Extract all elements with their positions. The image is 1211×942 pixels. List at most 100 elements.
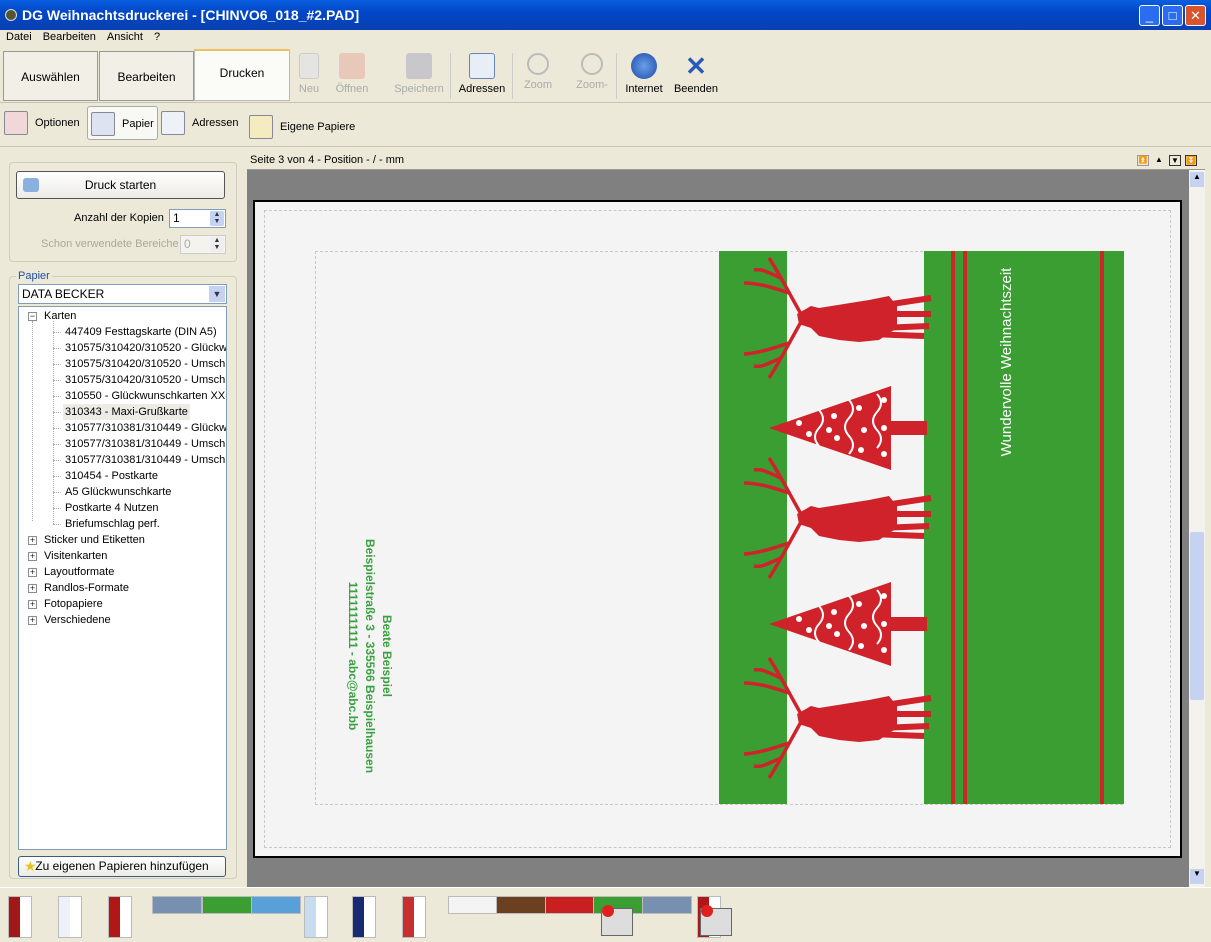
tree-item[interactable]: A5 Glückwunschkarte <box>63 484 173 500</box>
menu-bearbeiten[interactable]: Bearbeiten <box>37 30 101 43</box>
tree-node[interactable]: Verschiedene <box>44 612 111 628</box>
template-thumbnail[interactable] <box>58 896 82 938</box>
tree-item[interactable]: Briefumschlag perf. <box>63 516 162 532</box>
tree-node[interactable]: Sticker und Etiketten <box>44 532 145 548</box>
scroll-thumb[interactable] <box>1190 532 1204 700</box>
template-thumbnail[interactable] <box>352 896 376 938</box>
star-paper-icon <box>249 115 273 139</box>
christmas-tree-icon <box>769 582 927 666</box>
template-thumbnail[interactable] <box>304 896 328 938</box>
next-page-icon[interactable]: ▼ <box>1169 155 1181 166</box>
menu-ansicht[interactable]: Ansicht <box>101 30 148 43</box>
open-button[interactable]: Öffnen <box>327 53 377 95</box>
spin-arrows-icon[interactable]: ▲ ▼ <box>210 211 224 226</box>
first-page-icon[interactable]: ⏫ <box>1137 155 1149 166</box>
prev-page-icon[interactable]: ▲ <box>1153 155 1165 166</box>
options-label: Optionen <box>35 117 80 129</box>
menu-help[interactable]: ? <box>148 30 165 43</box>
options-button[interactable]: Optionen <box>1 106 84 140</box>
tree-item[interactable]: 310577/310381/310449 - Glückw <box>63 420 226 436</box>
tree-node[interactable]: Visitenkarten <box>44 548 107 564</box>
template-thumbnail[interactable] <box>108 896 132 938</box>
last-page-icon[interactable]: ⏬ <box>1185 155 1197 166</box>
tree-node[interactable]: Randlos-Formate <box>44 580 129 596</box>
tab-bearbeiten[interactable]: Bearbeiten <box>99 51 194 101</box>
printer-icon[interactable] <box>601 905 633 936</box>
tree-line <box>53 444 61 445</box>
preview-status-bar: Seite 3 von 4 - Position - / - mm ⏫ ▲ ▼ … <box>247 152 1205 170</box>
zoom-out-button[interactable]: Zoom- <box>567 53 617 91</box>
collapse-icon[interactable]: − <box>28 312 37 321</box>
preview-status: Seite 3 von 4 - Position - / - mm <box>250 154 405 166</box>
template-thumbnail[interactable] <box>642 896 692 914</box>
close-button[interactable]: ✕ <box>1185 5 1206 26</box>
open-folder-icon <box>339 53 365 79</box>
expand-icon[interactable]: + <box>28 600 37 609</box>
template-thumbnail[interactable] <box>251 896 301 914</box>
chevron-down-icon[interactable]: ▼ <box>209 286 225 302</box>
addresses-button[interactable]: Adressen <box>457 53 507 95</box>
envelope-icon <box>469 53 495 79</box>
zoom-out-label: Zoom- <box>576 79 608 91</box>
menu-bar: Datei Bearbeiten Ansicht? <box>0 30 1211 47</box>
paper-button[interactable]: Papier <box>87 106 158 140</box>
tree-item[interactable]: 310577/310381/310449 - Umschl <box>63 436 226 452</box>
tree-line <box>53 508 61 509</box>
copies-stepper[interactable]: 1 ▲ ▼ <box>169 209 226 228</box>
new-icon <box>299 53 319 79</box>
minimize-button[interactable]: _ <box>1139 5 1160 26</box>
zoom-in-button[interactable]: Zoom <box>513 53 563 91</box>
tab-drucken[interactable]: Drucken <box>194 49 290 101</box>
tree-item[interactable]: 310550 - Glückwunschkarten XXL <box>63 388 226 404</box>
exit-button[interactable]: ✕ Beenden <box>671 53 721 95</box>
expand-icon[interactable]: + <box>28 568 37 577</box>
expand-icon[interactable]: + <box>28 616 37 625</box>
add-own-paper-button[interactable]: ★ Zu eigenen Papieren hinzufügen <box>18 856 226 877</box>
template-thumbnail[interactable] <box>496 896 546 914</box>
scroll-up-icon[interactable]: ▲ <box>1190 172 1204 187</box>
expand-icon[interactable]: + <box>28 536 37 545</box>
sub-toolbar: Optionen Papier Adressen Eigene Papiere <box>0 103 1211 147</box>
tree-item[interactable]: 310454 - Postkarte <box>63 468 160 484</box>
start-print-button[interactable]: Druck starten <box>16 171 225 199</box>
tree-node[interactable]: Fotopapiere <box>44 596 103 612</box>
tree-item[interactable]: 310575/310420/310520 - Umschl <box>63 372 226 388</box>
tree-item[interactable]: 310343 - Maxi-Grußkarte <box>63 404 190 420</box>
x-icon: ✕ <box>685 51 707 81</box>
save-button[interactable]: Speichern <box>394 53 444 95</box>
tree-item[interactable]: 310577/310381/310449 - Umschl <box>63 452 226 468</box>
template-thumbnail[interactable] <box>8 896 32 938</box>
tree-node-karten[interactable]: Karten <box>44 308 76 324</box>
menu-datei[interactable]: Datei <box>0 30 37 43</box>
tree-line <box>32 321 33 521</box>
exit-label: Beenden <box>673 83 719 95</box>
template-thumbnail[interactable] <box>202 896 252 914</box>
tree-item[interactable]: 310575/310420/310520 - Umschl <box>63 356 226 372</box>
tab-auswaehlen[interactable]: Auswählen <box>3 51 98 101</box>
scroll-down-icon[interactable]: ▼ <box>1190 869 1204 884</box>
tree-item[interactable]: Postkarte 4 Nutzen <box>63 500 161 516</box>
template-thumbnail[interactable] <box>448 896 498 914</box>
tree-node[interactable]: Layoutformate <box>44 564 114 580</box>
own-papers-button[interactable]: Eigene Papiere <box>246 110 359 144</box>
addresses-label: Adressen <box>458 83 506 95</box>
expand-icon[interactable]: + <box>28 552 37 561</box>
template-thumbnail[interactable] <box>152 896 202 914</box>
tree-item[interactable]: 310575/310420/310520 - Glückw <box>63 340 226 356</box>
expand-icon[interactable]: + <box>28 584 37 593</box>
red-dot-icon <box>701 905 713 917</box>
template-thumbnail[interactable] <box>402 896 426 938</box>
address-contact: 11111111111 - abc@abc.bb <box>346 581 360 731</box>
tree-item[interactable]: 447409 Festtagskarte (DIN A5) <box>63 324 219 340</box>
address-street: Beispielstraße 3 - 335566 Beispielhausen <box>363 538 377 774</box>
tree-line <box>53 332 61 333</box>
internet-button[interactable]: Internet <box>619 53 669 95</box>
vendor-select[interactable]: DATA BECKER ▼ <box>18 284 227 304</box>
preview-vertical-scrollbar[interactable]: ▲ ▼ <box>1189 170 1205 887</box>
addresses-sub-button[interactable]: Adressen <box>158 106 242 140</box>
paper-tree[interactable]: − Karten 447409 Festtagskarte (DIN A5) 3105… <box>18 306 227 850</box>
maximize-button[interactable]: □ <box>1162 5 1183 26</box>
envelope-icon <box>161 111 185 135</box>
printer-icon[interactable] <box>700 905 732 936</box>
template-thumbnail[interactable] <box>545 896 595 914</box>
